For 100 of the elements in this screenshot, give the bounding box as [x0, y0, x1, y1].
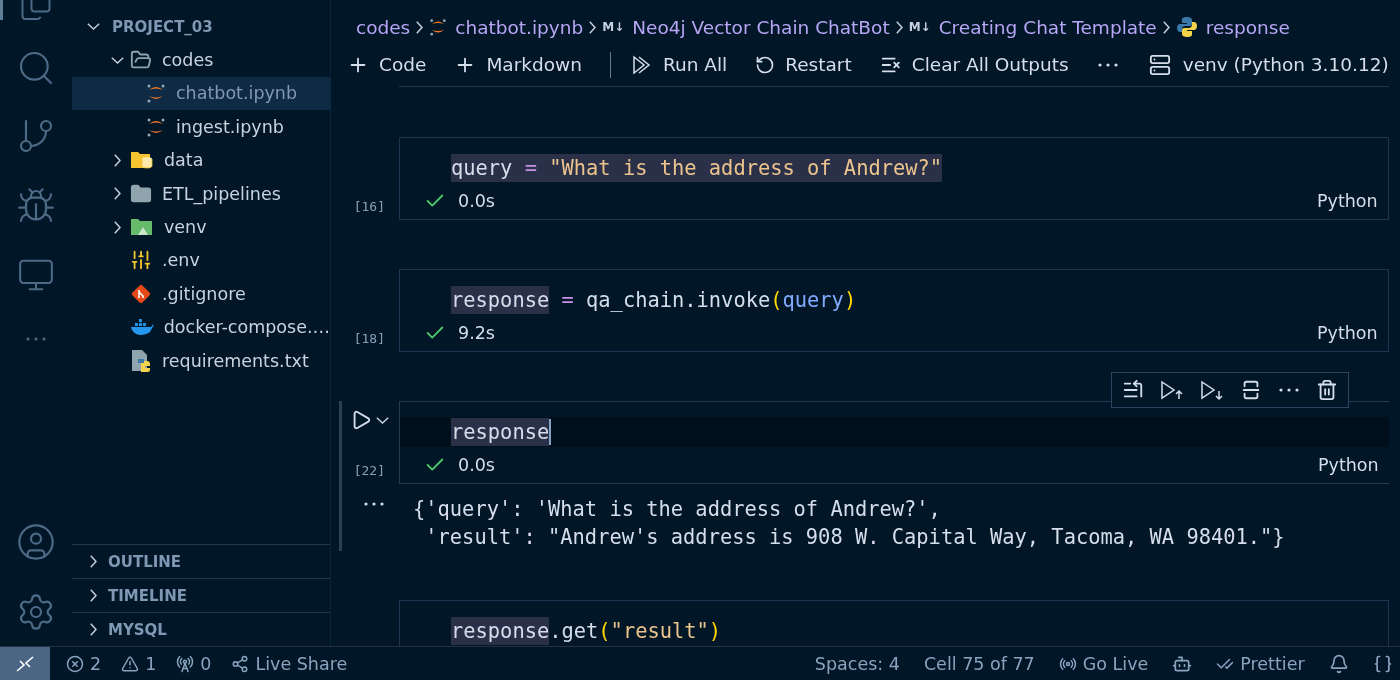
live-share-status[interactable]: Live Share [221, 647, 358, 680]
breadcrumb[interactable]: M↓ Creating Chat Template [908, 16, 1157, 38]
breadcrumb[interactable]: codes [356, 16, 411, 38]
more-icon [1277, 387, 1300, 393]
account-icon [16, 522, 56, 562]
chevron-right-icon [89, 623, 97, 636]
chevron-down-icon [110, 56, 124, 64]
share-icon [231, 654, 250, 673]
file-tree-item[interactable]: chatbot.ipynb [72, 76, 330, 111]
warnings-status[interactable]: 1 [111, 647, 167, 680]
ports-status[interactable]: 0 [166, 647, 222, 680]
server-icon [1148, 53, 1171, 76]
code-token: = [512, 154, 550, 182]
chevron-right-icon [89, 555, 97, 568]
file-tree-item[interactable]: .env [72, 243, 330, 278]
chevron-right-icon [89, 589, 97, 602]
chevron-right-icon [113, 187, 121, 201]
status-item[interactable]: Spaces: 4 [804, 647, 910, 680]
remote-icon [15, 654, 35, 673]
delete-button[interactable] [1315, 379, 1338, 401]
python-file-icon [130, 348, 152, 373]
explorer-section-header[interactable]: PROJECT_03 [72, 10, 330, 44]
kernel-picker[interactable]: venv (Python 3.10.12) [1142, 52, 1395, 77]
code-token: ( [770, 287, 783, 314]
chevron-right-icon [895, 20, 903, 34]
restart-icon [755, 54, 776, 75]
file-tree-item[interactable]: .gitignore [72, 277, 330, 311]
prettier-status[interactable]: Prettier [1206, 647, 1315, 680]
remote-button[interactable] [0, 647, 50, 680]
file-tree-item[interactable]: data [72, 143, 330, 177]
code-cell[interactable]: response = qa_chain.invoke(query) 9.2s Python [399, 269, 1389, 352]
language-label[interactable]: Python [1317, 191, 1378, 211]
run-below-button[interactable] [1199, 379, 1224, 401]
output-text: {'query': 'What is the address of Andrew?', [413, 496, 942, 523]
chevron-right-icon [113, 153, 121, 167]
more-button[interactable] [1277, 387, 1300, 393]
code-token: response [451, 617, 550, 645]
braces-icon [1372, 653, 1393, 674]
code-token: ) [843, 287, 857, 314]
more-icon [363, 501, 385, 507]
trash-icon [1315, 379, 1338, 401]
toolbar-button[interactable]: Code [347, 49, 437, 80]
go-live-status[interactable]: Go Live [1048, 647, 1159, 680]
file-tree-item[interactable]: venv [72, 210, 330, 244]
file-tree-item[interactable]: docker-compose.… [72, 310, 330, 344]
sliders-icon [130, 249, 152, 272]
panel-header[interactable]: OUTLINE [72, 544, 330, 578]
toolbar-button[interactable]: Run All [630, 49, 738, 80]
warning-icon [121, 654, 140, 673]
code-token: query [451, 154, 513, 182]
notebook-icon [146, 116, 166, 137]
play-down-icon [1199, 379, 1224, 401]
code-token: = [560, 287, 575, 314]
code-token: ) [708, 618, 722, 645]
code-token: ( [598, 618, 611, 645]
execution-time: 0.0s [458, 455, 495, 475]
toolbar-button[interactable]: Clear All Outputs [879, 49, 1079, 80]
errors-status[interactable]: 2 [56, 647, 112, 680]
status-item[interactable]: Cell 75 of 77 [913, 647, 1045, 680]
play-up-icon [1159, 379, 1184, 401]
markdown-label: M↓ [908, 20, 931, 34]
file-tree-item[interactable]: ingest.ipynb [72, 110, 330, 144]
file-tree-item[interactable]: ETL_pipelines [72, 176, 330, 211]
language-label[interactable]: Python [1318, 455, 1379, 475]
run-all-icon [630, 53, 653, 76]
file-tree-item[interactable]: requirements.txt [72, 343, 330, 378]
chevron-right-icon [1162, 20, 1170, 34]
chevron-right-icon [416, 20, 424, 34]
code-token: response [451, 286, 550, 314]
notebook-icon [429, 18, 448, 36]
toolbar-button[interactable]: Restart [755, 50, 862, 79]
code-token: response [451, 418, 550, 446]
bell-icon [1328, 653, 1349, 674]
output-text: 'result': "Andrew's address is 908 W. Capital Way, Tacoma, WA 98401."} [424, 524, 1286, 551]
execution-count: [22] [353, 463, 385, 478]
code-token: qa_chain.invoke [586, 287, 771, 314]
panel-header[interactable]: TIMELINE [72, 578, 330, 612]
markdown-label: M↓ [602, 20, 625, 34]
code-token: "result" [610, 618, 709, 645]
toolbar-button[interactable]: Markdown [454, 49, 592, 80]
breadcrumb[interactable]: M↓ Neo4j Vector Chain ChatBot [602, 16, 890, 38]
error-icon [66, 654, 84, 673]
code-cell[interactable]: query = "What is the address of Andrew?" 0.0s Python [399, 137, 1389, 220]
run-above-button[interactable] [1159, 379, 1184, 401]
more-button[interactable] [1096, 61, 1119, 68]
file-tree-item[interactable]: codes [72, 43, 330, 77]
chevron-right-icon [113, 220, 121, 234]
language-label[interactable]: Python [1317, 323, 1378, 343]
folder-icon [130, 182, 152, 205]
execution-count: [18] [353, 331, 385, 346]
code-cell[interactable]: response 0.0s Python [399, 401, 1389, 484]
breadcrumb[interactable]: chatbot.ipynb [429, 16, 584, 38]
chevron-right-icon [589, 20, 597, 34]
notebook-icon [146, 83, 166, 104]
text-cursor [549, 419, 552, 445]
breadcrumb[interactable]: response [1175, 16, 1290, 38]
whale-icon [129, 317, 154, 338]
execution-time: 9.2s [458, 323, 495, 343]
code-token: "What is the address of Andrew?" [549, 154, 943, 182]
code-token: query [782, 287, 844, 314]
